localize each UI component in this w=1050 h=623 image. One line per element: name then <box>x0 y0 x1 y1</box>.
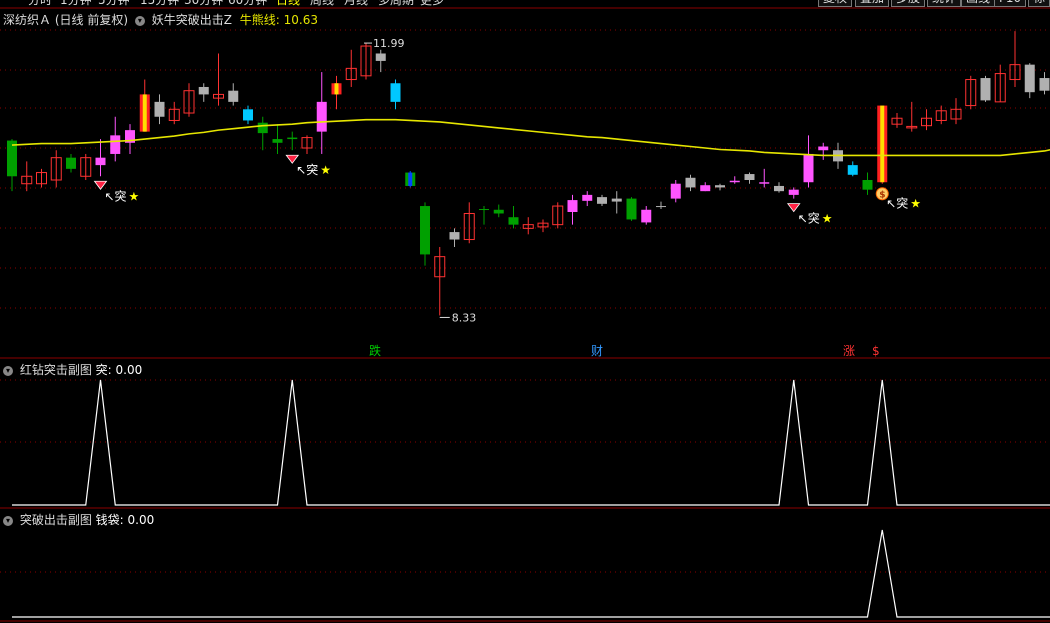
candle-body <box>656 206 666 208</box>
event-marker: 跌 <box>369 343 381 358</box>
candle-body <box>95 157 106 166</box>
star-icon: ★ <box>910 197 921 211</box>
signal-label: ↖突 <box>798 211 820 226</box>
red-diamond-icon <box>285 154 300 164</box>
sub1-title[interactable]: 红钻突击副图 <box>20 363 92 377</box>
event-marker: 涨 <box>843 343 855 358</box>
sub2-series-label: 钱袋: <box>95 513 124 527</box>
sub1-series-label: 突: <box>95 363 112 377</box>
low-label: 8.33 <box>452 311 477 324</box>
sub2-value: 0.00 <box>127 513 155 527</box>
indicator-name[interactable]: 妖牛突破出击Z <box>152 13 232 27</box>
candle-body <box>847 165 858 175</box>
money-bag-symbol: $ <box>879 191 885 201</box>
candle-core <box>334 83 339 95</box>
candle-body <box>375 53 386 61</box>
ma-label: 牛熊线: <box>239 13 280 27</box>
sub1-value: 0.00 <box>115 363 143 377</box>
sub2-signal-line <box>12 529 1050 618</box>
candle-body <box>582 194 593 201</box>
indicator-menu-icon[interactable]: ▾ <box>134 15 145 26</box>
candle-body <box>670 183 681 199</box>
candle-body <box>862 180 873 190</box>
candle-body <box>788 189 799 195</box>
candle-body <box>154 101 165 117</box>
candle-body <box>479 209 489 211</box>
candle-core <box>880 105 885 183</box>
ma-value: 10.63 <box>283 13 318 27</box>
candle-body <box>700 185 711 192</box>
sub-panel-2-header: ▾ 突破出击副图 钱袋: 0.00 <box>3 511 154 528</box>
candle-body <box>685 177 696 188</box>
star-icon: ★ <box>822 212 833 226</box>
candle-body <box>641 209 652 223</box>
ma-line <box>11 118 1050 157</box>
sub2-menu-icon[interactable]: ▾ <box>3 515 13 526</box>
red-diamond-icon <box>93 180 108 190</box>
candle-body <box>1024 64 1035 93</box>
candle-body <box>272 139 283 143</box>
event-marker: $ <box>872 344 880 358</box>
sub-panel-1-header: ▾ 红钻突击副图 突: 0.00 <box>3 361 142 378</box>
candle-body <box>420 206 430 255</box>
candle-body <box>508 217 519 225</box>
high-label: 11.99 <box>373 37 405 50</box>
candle-body <box>1039 78 1050 91</box>
candle-body <box>390 83 401 102</box>
kline-chart[interactable]: 11.998.33↖突 ★↖突 ★↖突 ★$↖突 ★跌财涨 $ <box>0 0 1050 623</box>
signal-label: ↖突 <box>886 196 908 211</box>
stock-name[interactable]: 深纺织Ａ <box>3 13 51 27</box>
candle-body <box>7 140 17 177</box>
candle-body <box>980 78 991 101</box>
red-diamond-icon <box>786 203 801 213</box>
candle-body <box>818 146 829 151</box>
star-icon: ★ <box>129 189 140 203</box>
signal-label: ↖突 <box>296 162 318 177</box>
candle-body <box>110 135 121 154</box>
candle-body <box>493 209 504 214</box>
chart-mode: (日线 前复权) <box>54 13 129 27</box>
candle-body <box>611 198 622 202</box>
event-marker: 财 <box>591 344 603 358</box>
sub1-menu-icon[interactable]: ▾ <box>3 365 13 376</box>
star-icon: ★ <box>320 163 331 177</box>
candle-body <box>257 122 268 134</box>
candle-body <box>287 137 298 140</box>
sub2-title[interactable]: 突破出击副图 <box>20 513 92 527</box>
candle-body <box>449 232 460 240</box>
candle-body <box>759 182 770 184</box>
signal-label: ↖突 <box>105 188 127 203</box>
candle-body <box>597 197 607 204</box>
candle-body <box>744 174 755 180</box>
candle-body <box>243 109 253 121</box>
candle-core <box>142 94 147 132</box>
candle-body <box>774 185 784 192</box>
candle-body <box>66 157 76 169</box>
main-panel-header: 深纺织Ａ (日线 前复权) ▾ 妖牛突破出击Z 牛熊线: 10.63 <box>3 11 318 28</box>
candle-body <box>803 153 814 183</box>
candle-body <box>715 185 725 188</box>
candle-core <box>408 172 413 186</box>
candle-body <box>729 180 740 183</box>
candle-body <box>626 198 637 220</box>
candle-body <box>316 101 327 132</box>
candle-body <box>567 200 578 212</box>
candle-body <box>228 90 239 102</box>
candle-body <box>198 86 209 95</box>
